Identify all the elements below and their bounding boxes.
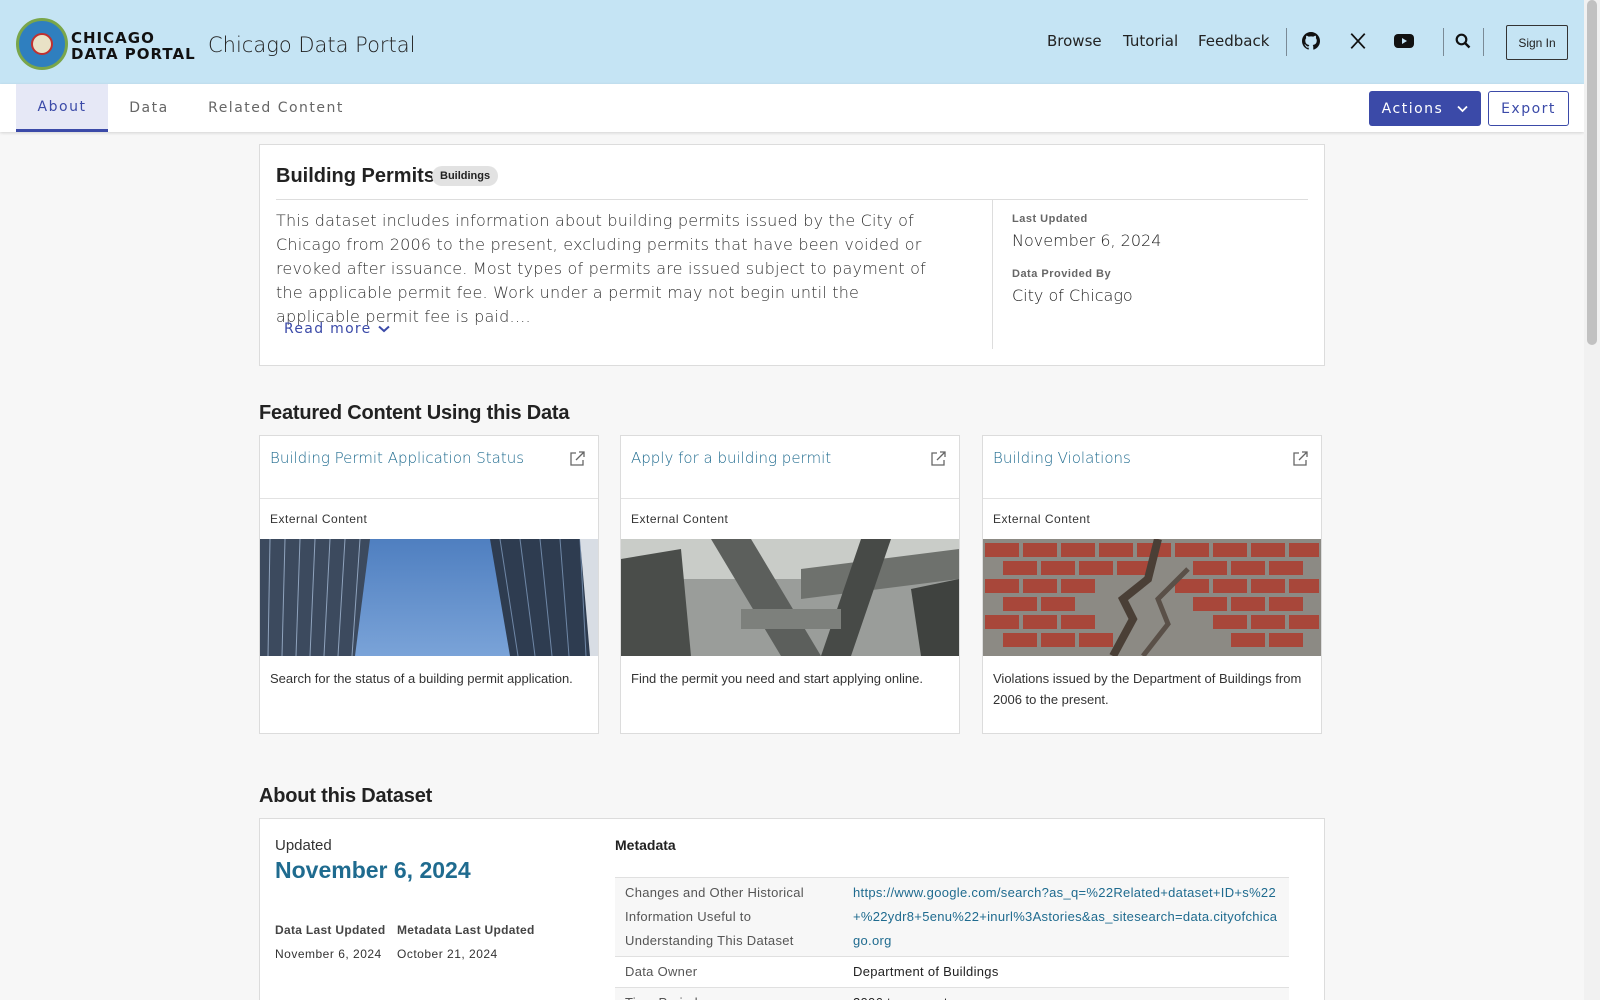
metadata-table: Changes and Other Historical Information…	[615, 877, 1289, 1000]
data-last-updated-label: Data Last Updated	[275, 923, 386, 937]
read-more-button[interactable]: Read more	[284, 321, 390, 337]
table-row: Data Owner Department of Buildings	[615, 956, 1289, 988]
featured-card-description: Find the permit you need and start apply…	[631, 671, 923, 686]
divider	[276, 199, 1308, 200]
updated-label: Updated	[275, 837, 332, 854]
actions-button[interactable]: Actions	[1369, 91, 1481, 126]
data-last-updated-value: November 6, 2024	[275, 947, 382, 961]
portal-title: Chicago Data Portal	[208, 33, 416, 57]
external-link-icon[interactable]	[929, 450, 947, 468]
featured-card[interactable]: Apply for a building permit External Con…	[620, 435, 960, 734]
metadata-value: 2006 to present	[843, 987, 1289, 1000]
external-link-icon[interactable]	[568, 450, 586, 468]
tab-bar: About Data Related Content Actions Expor…	[0, 84, 1584, 132]
featured-card-description: Violations issued by the Department of B…	[993, 671, 1302, 707]
export-button[interactable]: Export	[1488, 91, 1569, 126]
about-dataset-card: Updated November 6, 2024 Data Last Updat…	[259, 818, 1325, 1000]
featured-card-description: Search for the status of a building perm…	[270, 671, 573, 686]
metadata-key: Changes and Other Historical Information…	[615, 877, 843, 957]
metadata-link[interactable]: https://www.google.com/search?as_q=%22Re…	[843, 877, 1289, 957]
github-icon[interactable]	[1300, 30, 1322, 52]
search-icon[interactable]	[1452, 30, 1474, 52]
last-updated-value: November 6, 2024	[1012, 231, 1162, 250]
logo-wordmark[interactable]: CHICAGO DATA PORTAL	[71, 30, 196, 62]
site-header: CHICAGO DATA PORTAL Chicago Data Portal …	[0, 0, 1584, 84]
metadata-last-updated-value: October 21, 2024	[397, 947, 498, 961]
logo-line1: CHICAGO	[71, 29, 155, 47]
tab-data[interactable]: Data	[112, 84, 186, 132]
last-updated-label: Last Updated	[1012, 213, 1088, 225]
card-divider	[983, 498, 1321, 499]
nav-divider	[1286, 28, 1287, 56]
featured-card[interactable]: Building Violations External Content Vio…	[982, 435, 1322, 734]
tab-related-content[interactable]: Related Content	[196, 84, 356, 132]
card-divider	[621, 498, 959, 499]
card-divider	[260, 498, 598, 499]
provided-by-value: City of Chicago	[1012, 286, 1133, 305]
dataset-title: Building Permits	[276, 165, 435, 187]
featured-card-link[interactable]: Building Violations	[993, 446, 1253, 470]
nav-divider	[1443, 28, 1444, 56]
metadata-value: Department of Buildings	[843, 956, 1289, 988]
content-type-label: External Content	[993, 512, 1091, 526]
vertical-divider	[992, 199, 993, 349]
updated-date: November 6, 2024	[275, 857, 471, 883]
x-twitter-icon[interactable]	[1347, 30, 1369, 52]
table-row: Changes and Other Historical Information…	[615, 877, 1289, 957]
dataset-description: This dataset includes information about …	[276, 211, 926, 326]
nav-feedback[interactable]: Feedback	[1198, 32, 1269, 50]
external-link-icon[interactable]	[1291, 450, 1309, 468]
metadata-last-updated-label: Metadata Last Updated	[397, 923, 535, 937]
featured-content-title: Featured Content Using this Data	[259, 402, 570, 424]
cracked-brick-wall-image	[983, 539, 1321, 656]
metadata-key: Data Owner	[615, 956, 843, 988]
content-type-label: External Content	[631, 512, 729, 526]
content-type-label: External Content	[270, 512, 368, 526]
provided-by-label: Data Provided By	[1012, 268, 1112, 280]
about-dataset-title: About this Dataset	[259, 785, 433, 807]
city-seal-logo[interactable]	[16, 18, 68, 70]
scrollbar-thumb[interactable]	[1587, 0, 1597, 345]
metadata-title: Metadata	[615, 837, 676, 853]
nav-browse[interactable]: Browse	[1047, 32, 1102, 50]
read-more-label: Read more	[284, 321, 372, 337]
featured-card-link[interactable]: Building Permit Application Status	[270, 446, 530, 470]
skyscrapers-image	[260, 539, 598, 656]
logo-line2: DATA PORTAL	[71, 45, 196, 63]
nav-divider	[1483, 28, 1484, 56]
dataset-summary-card: Building Permits Buildings This dataset …	[259, 144, 1325, 366]
category-badge[interactable]: Buildings	[432, 166, 499, 186]
metadata-key: Time Period	[615, 987, 843, 1000]
nav-tutorial[interactable]: Tutorial	[1123, 32, 1178, 50]
sign-in-button[interactable]: Sign In	[1506, 25, 1568, 60]
chevron-down-icon	[1457, 105, 1468, 112]
tab-about[interactable]: About	[16, 84, 108, 132]
featured-card-link[interactable]: Apply for a building permit	[631, 446, 891, 470]
page-scrollbar[interactable]	[1584, 0, 1600, 1000]
steel-beams-image	[621, 539, 959, 656]
chevron-down-icon	[377, 325, 390, 333]
actions-label: Actions	[1381, 100, 1444, 117]
featured-card[interactable]: Building Permit Application Status Exter…	[259, 435, 599, 734]
youtube-icon[interactable]	[1393, 30, 1415, 52]
table-row: Time Period 2006 to present	[615, 987, 1289, 1000]
